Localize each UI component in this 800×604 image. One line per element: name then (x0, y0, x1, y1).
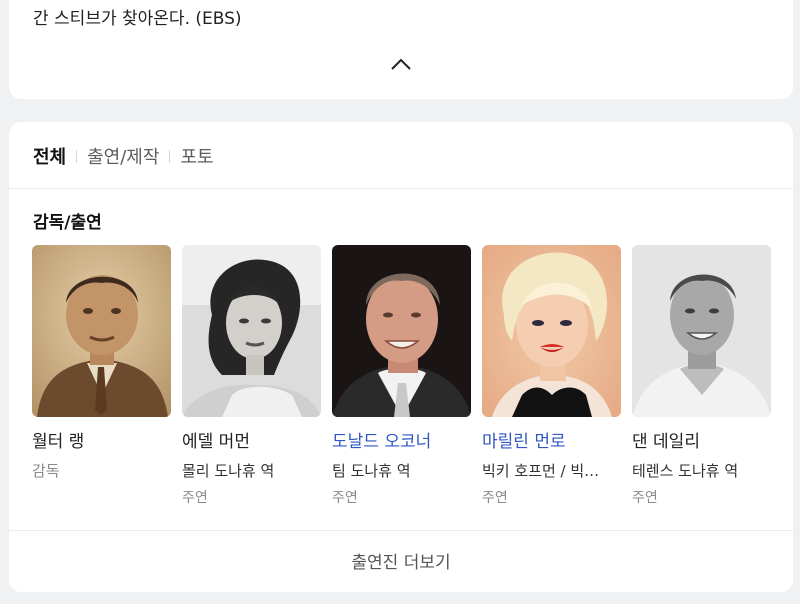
tab-photo[interactable]: 포토 (180, 143, 213, 169)
person-card[interactable]: 에델 머먼 몰리 도나휴 역 주연 (182, 245, 322, 507)
person-photo[interactable] (632, 245, 771, 417)
person-department: 감독 (32, 462, 60, 480)
person-photo[interactable] (32, 245, 171, 417)
tab-all[interactable]: 전체 (33, 143, 66, 169)
tab-separator (76, 149, 78, 163)
section-title: 감독/출연 (33, 213, 102, 233)
person-photo[interactable] (482, 245, 621, 417)
tab-bar: 전체 출연/제작 포토 (33, 142, 214, 170)
person-name[interactable]: 마릴린 먼로 (482, 427, 622, 452)
chevron-up-icon (391, 58, 411, 70)
person-role: 몰리 도나휴 역 (182, 462, 275, 480)
person-photo[interactable] (332, 245, 471, 417)
tab-separator (169, 149, 171, 163)
person-card[interactable]: 댄 데일리 테렌스 도나휴 역 주연 (632, 245, 772, 507)
cast-card: 전체 출연/제작 포토 감독/출연 월터 랭 감독 에델 머먼 몰리 도나휴 역… (9, 122, 793, 592)
more-cast-button[interactable]: 출연진 더보기 (9, 531, 793, 589)
synopsis-card: 간 스티브가 찾아온다. (EBS) (9, 0, 793, 99)
person-card-director[interactable]: 월터 랭 감독 (32, 245, 172, 481)
person-card[interactable]: 도날드 오코너 팀 도나휴 역 주연 (332, 245, 472, 507)
person-card[interactable]: 마릴린 먼로 빅키 호프먼 / 빅… 주연 (482, 245, 622, 507)
person-type: 주연 (632, 490, 658, 506)
person-name[interactable]: 도날드 오코너 (332, 427, 472, 452)
person-role: 테렌스 도나휴 역 (632, 462, 739, 480)
person-type: 주연 (182, 490, 208, 506)
synopsis-text: 간 스티브가 찾아온다. (EBS) (33, 9, 242, 29)
collapse-button[interactable] (389, 52, 413, 76)
divider (9, 188, 793, 189)
tab-cast-crew[interactable]: 출연/제작 (87, 143, 159, 169)
person-photo[interactable] (182, 245, 321, 417)
person-name[interactable]: 댄 데일리 (632, 427, 772, 452)
person-role: 빅키 호프먼 / 빅… (482, 462, 600, 480)
person-name[interactable]: 에델 머먼 (182, 427, 322, 452)
person-role: 팀 도나휴 역 (332, 462, 411, 480)
person-name[interactable]: 월터 랭 (32, 427, 172, 452)
person-type: 주연 (482, 490, 508, 506)
person-list: 월터 랭 감독 에델 머먼 몰리 도나휴 역 주연 도날드 오코너 팀 도나휴 … (32, 245, 792, 507)
person-type: 주연 (332, 490, 358, 506)
